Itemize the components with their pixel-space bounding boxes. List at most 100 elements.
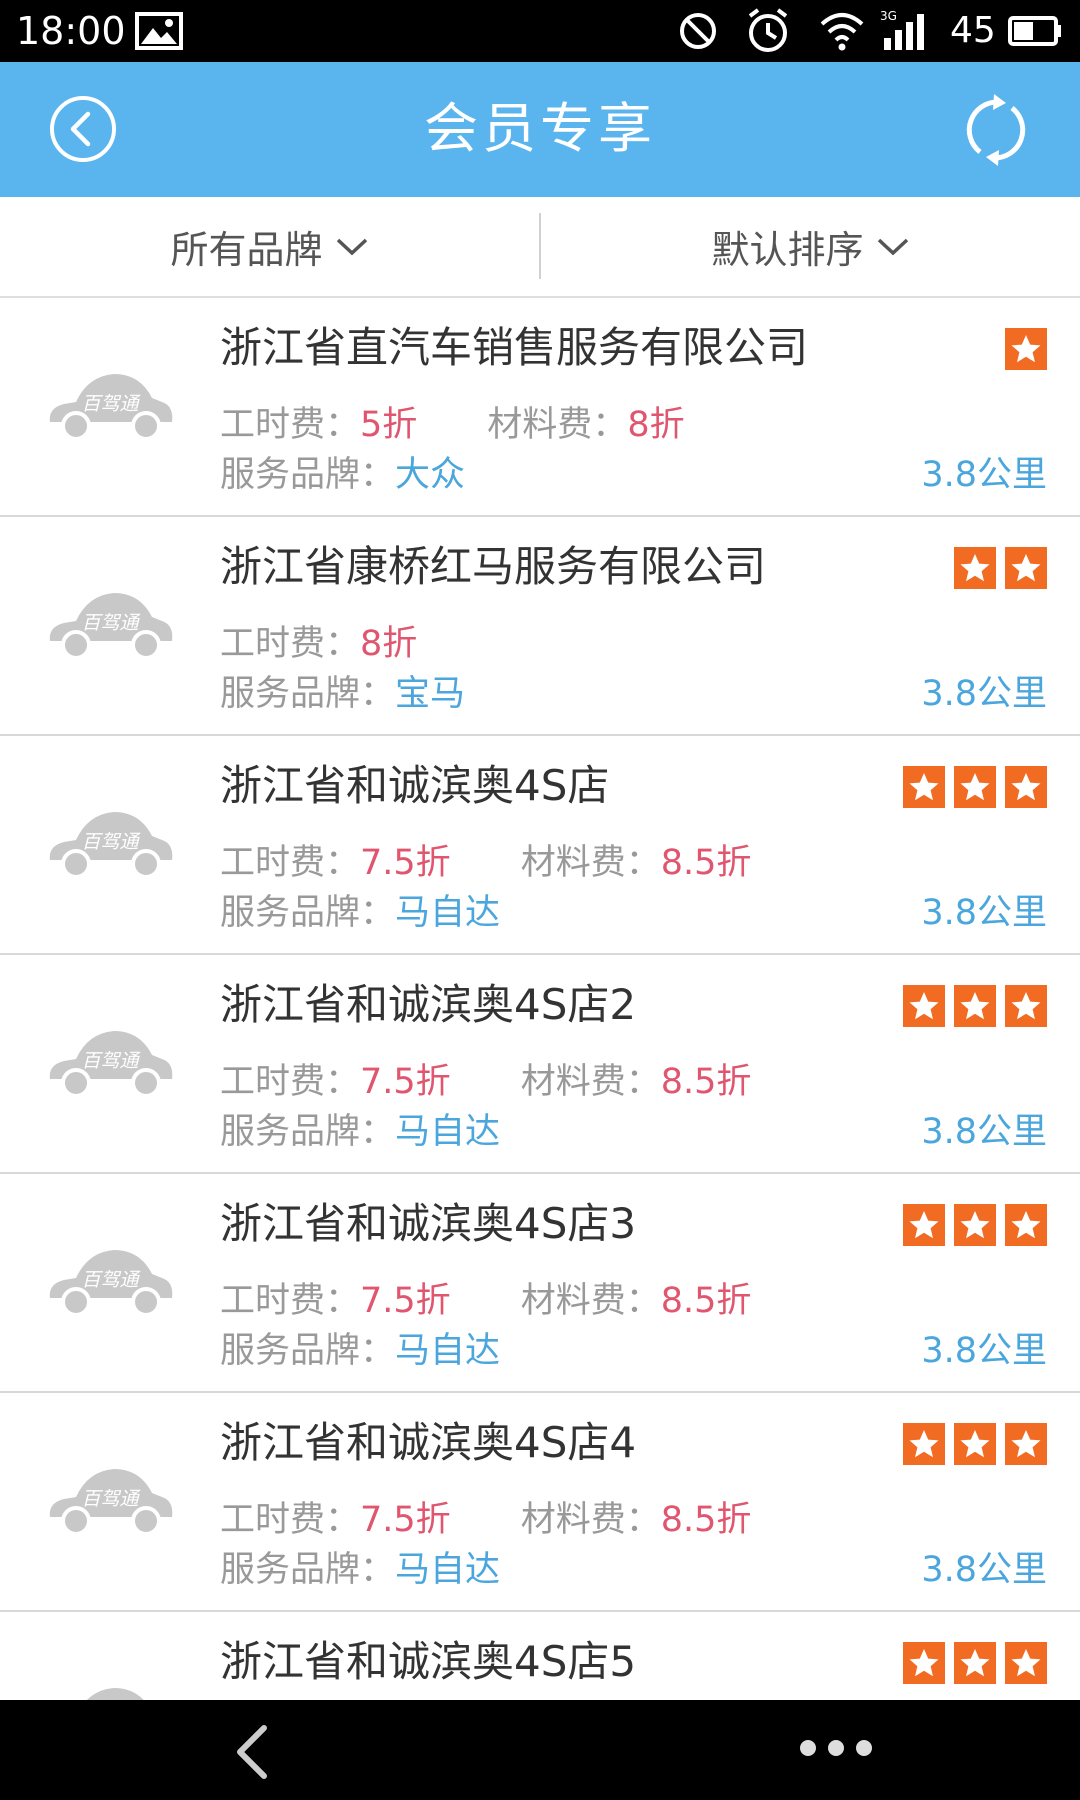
- logo-text: 百驾通: [81, 1050, 141, 1072]
- navigation-bar: [0, 1700, 1080, 1800]
- distance: 3.8公里: [921, 1331, 1047, 1371]
- store-list-item[interactable]: 百驾通 浙江省和诚滨奥4S店2 工时费：7.5折 材料费：8.5折 服务品牌：马自达 3.…: [0, 955, 1080, 1174]
- material-fee-value: 8.5折: [660, 1500, 752, 1540]
- store-name: 浙江省和诚滨奥4S店5: [220, 1637, 637, 1686]
- logo-text: 百驾通: [81, 831, 141, 853]
- service-brand-label: 服务品牌：: [220, 1331, 396, 1371]
- star-rating: [903, 766, 1047, 808]
- store-list-item[interactable]: 百驾通 浙江省和诚滨奥4S店 工时费：7.5折 材料费：8.5折 服务品牌：马自达 3.8…: [0, 736, 1080, 955]
- labor-fee-label: 工时费：: [220, 1281, 361, 1321]
- more-dots-icon[interactable]: [800, 1740, 872, 1756]
- sort-dropdown[interactable]: 默认排序: [541, 197, 1080, 296]
- store-list-item[interactable]: 百驾通 浙江省和诚滨奥4S店4 工时费：7.5折 材料费：8.5折 服务品牌：马自达 3.…: [0, 1393, 1080, 1612]
- service-brand-line: 服务品牌：马自达: [220, 1109, 500, 1155]
- store-list[interactable]: 百驾通 浙江省直汽车销售服务有限公司 工时费：5折 材料费：8折 服务品牌：大众 3.8公…: [0, 298, 1080, 1700]
- battery-icon: [1008, 16, 1061, 46]
- material-fee-value: 8.5折: [660, 843, 752, 883]
- discount-line: 工时费：7.5折 材料费：8.5折: [220, 1497, 751, 1543]
- star-icon: [903, 1423, 945, 1465]
- logo-text: 百驾通: [81, 1269, 141, 1291]
- labor-fee-value: 7.5折: [360, 1500, 451, 1540]
- service-brand-value: 马自达: [395, 1331, 501, 1371]
- brand-filter-label: 所有品牌: [170, 228, 323, 272]
- do-not-disturb-icon: [680, 13, 716, 49]
- star-icon: [903, 1642, 945, 1684]
- service-brand-label: 服务品牌：: [220, 893, 396, 933]
- car-placeholder-icon: 百驾通: [49, 812, 173, 879]
- material-fee-label: 材料费：: [487, 405, 628, 445]
- star-icon: [954, 1642, 996, 1684]
- store-list-item[interactable]: 百驾通 浙江省和诚滨奥4S店5: [0, 1612, 1080, 1700]
- store-list-item[interactable]: 百驾通 浙江省和诚滨奥4S店3 工时费：7.5折 材料费：8.5折 服务品牌：马自达 3.…: [0, 1174, 1080, 1393]
- service-brand-value: 大众: [395, 455, 466, 495]
- star-rating: [903, 1423, 1047, 1465]
- labor-fee-label: 工时费：: [220, 843, 361, 883]
- star-icon: [954, 766, 996, 808]
- star-icon: [954, 1204, 996, 1246]
- discount-line: 工时费：7.5折 材料费：8.5折: [220, 1059, 751, 1105]
- distance: 3.8公里: [921, 674, 1047, 714]
- car-placeholder-icon: 百驾通: [49, 1250, 173, 1317]
- star-rating: [903, 1204, 1047, 1246]
- labor-fee-value: 7.5折: [360, 843, 451, 883]
- material-fee-label: 材料费：: [520, 1281, 661, 1321]
- alarm-icon: [748, 8, 788, 52]
- refresh-icon[interactable]: [960, 92, 1032, 168]
- logo-text: 百驾通: [81, 393, 141, 415]
- status-bar: 18:00 3G 45: [0, 0, 1080, 62]
- wifi-icon: [820, 13, 864, 51]
- star-icon: [1005, 547, 1047, 589]
- car-placeholder-icon: 百驾通: [49, 593, 173, 660]
- status-time: 18:00: [16, 9, 126, 53]
- battery-level: 45: [950, 10, 996, 51]
- sort-label: 默认排序: [711, 228, 864, 272]
- store-name: 浙江省和诚滨奥4S店2: [220, 980, 637, 1029]
- distance: 3.8公里: [921, 1550, 1047, 1590]
- page-title: 会员专享: [424, 97, 656, 160]
- service-brand-value: 马自达: [395, 1550, 501, 1590]
- star-icon: [954, 985, 996, 1027]
- labor-fee-label: 工时费：: [220, 624, 361, 664]
- labor-fee-value: 7.5折: [360, 1062, 451, 1102]
- star-icon: [954, 547, 996, 589]
- service-brand-label: 服务品牌：: [220, 674, 396, 714]
- discount-line: 工时费：7.5折 材料费：8.5折: [220, 1278, 751, 1324]
- distance: 3.8公里: [921, 455, 1047, 495]
- store-list-item[interactable]: 百驾通 浙江省直汽车销售服务有限公司 工时费：5折 材料费：8折 服务品牌：大众 3.8公…: [0, 298, 1080, 517]
- filter-bar: 所有品牌 默认排序: [0, 197, 1080, 298]
- material-fee-value: 8折: [627, 405, 685, 445]
- service-brand-line: 服务品牌：马自达: [220, 890, 500, 936]
- store-name: 浙江省和诚滨奥4S店3: [220, 1199, 637, 1248]
- star-icon: [1005, 1642, 1047, 1684]
- image-icon: [135, 12, 183, 50]
- nav-back-icon[interactable]: [232, 1722, 272, 1782]
- store-name: 浙江省直汽车销售服务有限公司: [220, 323, 809, 372]
- store-name: 浙江省和诚滨奥4S店4: [220, 1418, 637, 1467]
- car-placeholder-icon: 百驾通: [49, 1031, 173, 1098]
- star-icon: [1005, 1423, 1047, 1465]
- discount-line: 工时费：5折 材料费：8折: [220, 402, 685, 448]
- service-brand-line: 服务品牌：宝马: [220, 671, 465, 717]
- star-icon: [1005, 1204, 1047, 1246]
- service-brand-label: 服务品牌：: [220, 1550, 396, 1590]
- star-icon: [1005, 766, 1047, 808]
- discount-line: 工时费：7.5折 材料费：8.5折: [220, 840, 751, 886]
- distance: 3.8公里: [921, 1112, 1047, 1152]
- service-brand-line: 服务品牌：马自达: [220, 1547, 500, 1593]
- service-brand-value: 宝马: [395, 674, 466, 714]
- service-brand-line: 服务品牌：马自达: [220, 1328, 500, 1374]
- chevron-down-icon: [877, 238, 908, 255]
- labor-fee-value: 8折: [360, 624, 418, 664]
- signal-icon: 3G: [880, 9, 924, 50]
- store-name: 浙江省康桥红马服务有限公司: [220, 542, 767, 591]
- car-placeholder-icon: 百驾通: [86, 1688, 144, 1700]
- brand-filter-dropdown[interactable]: 所有品牌: [0, 197, 539, 296]
- store-list-item[interactable]: 百驾通 浙江省康桥红马服务有限公司工时费：8折服务品牌：宝马 3.8公里: [0, 517, 1080, 736]
- app-header: 会员专享: [0, 62, 1080, 197]
- star-rating: [903, 985, 1047, 1027]
- material-fee-label: 材料费：: [520, 1062, 661, 1102]
- material-fee-value: 8.5折: [660, 1281, 752, 1321]
- car-placeholder-icon: 百驾通: [49, 1469, 173, 1536]
- labor-fee-value: 5折: [360, 405, 418, 445]
- service-brand-value: 马自达: [395, 1112, 501, 1152]
